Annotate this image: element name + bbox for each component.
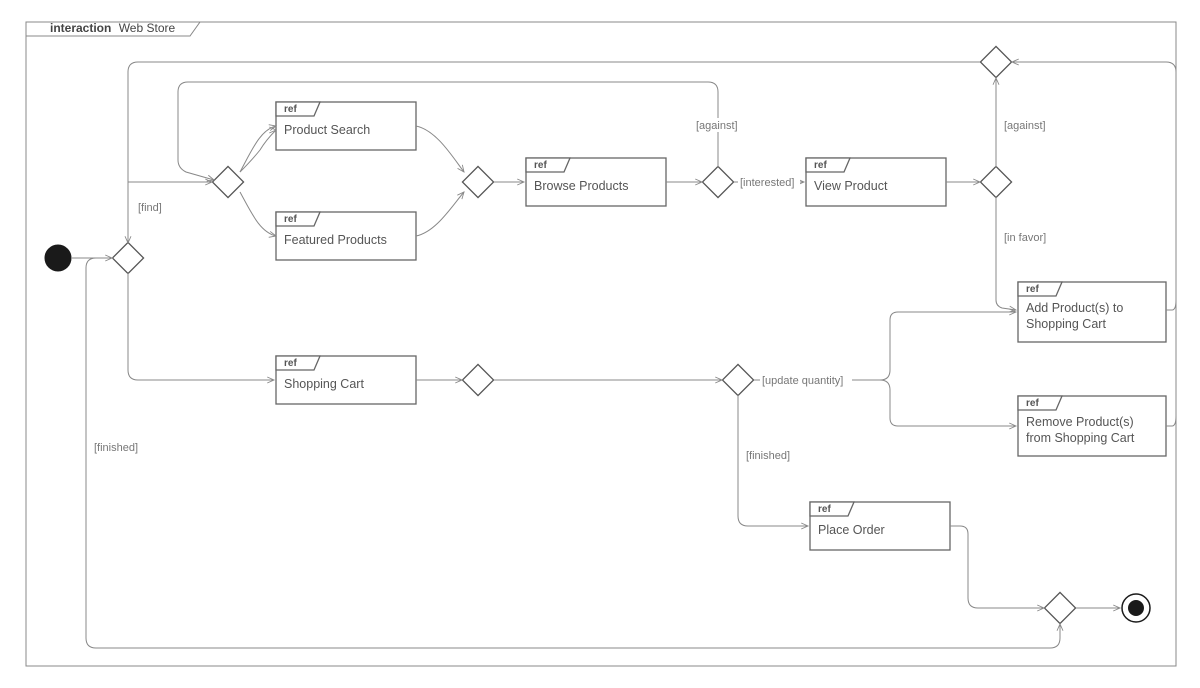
svg-text:[finished]: [finished]	[94, 442, 138, 454]
svg-text:ref: ref	[1026, 398, 1039, 409]
svg-text:[against]: [against]	[1004, 120, 1046, 132]
final-node	[1122, 594, 1150, 622]
svg-text:ref: ref	[534, 160, 547, 171]
merge-start	[112, 242, 143, 273]
guard-interested: [interested]	[738, 175, 800, 189]
edge-to-search	[240, 130, 276, 172]
initial-node	[45, 245, 71, 271]
svg-text:Browse Products: Browse Products	[534, 179, 628, 193]
guard-finished-left: [finished]	[92, 440, 146, 454]
ref-featured-products: ref Featured Products	[276, 212, 416, 260]
svg-text:Featured Products: Featured Products	[284, 233, 387, 247]
ref-browse-products: ref Browse Products	[526, 158, 666, 206]
svg-text:[update quantity]: [update quantity]	[762, 375, 843, 387]
svg-text:ref: ref	[1026, 284, 1039, 295]
edge-order-to-final	[950, 526, 1044, 608]
svg-text:Product Search: Product Search	[284, 123, 370, 137]
svg-text:[finished]: [finished]	[746, 450, 790, 462]
svg-text:Shopping Cart: Shopping Cart	[1026, 317, 1106, 331]
edge-decide-to-featured	[240, 192, 276, 236]
ref-add-to-cart: ref Add Product(s) to Shopping Cart	[1018, 282, 1166, 342]
merge-after-search	[462, 166, 493, 197]
edge-in-favor	[996, 197, 1016, 310]
decision-after-view	[980, 166, 1011, 197]
svg-text:[against]: [against]	[696, 120, 738, 132]
ref-view-product: ref View Product	[806, 158, 946, 206]
decision-after-cart	[462, 364, 493, 395]
ref-remove-from-cart: ref Remove Product(s) from Shopping Cart	[1018, 396, 1166, 456]
decision-cart-actions	[722, 364, 753, 395]
svg-text:Place Order: Place Order	[818, 523, 885, 537]
guard-against1: [against]	[693, 118, 743, 132]
svg-text:[in favor]: [in favor]	[1004, 232, 1046, 244]
svg-text:ref: ref	[284, 358, 297, 369]
svg-text:View Product: View Product	[814, 179, 888, 193]
edge-update-to-add	[754, 312, 1016, 380]
svg-text:Remove Product(s): Remove Product(s)	[1026, 415, 1134, 429]
edge-add-to-topmerge	[1012, 62, 1176, 310]
edge-decide-to-search	[240, 126, 276, 172]
svg-text:Shopping Cart: Shopping Cart	[284, 377, 364, 391]
svg-text:ref: ref	[284, 104, 297, 115]
merge-before-final	[1044, 592, 1075, 623]
guard-update-quantity: [update quantity]	[760, 373, 852, 387]
svg-text:from Shopping Cart: from Shopping Cart	[1026, 431, 1135, 445]
edge-search-to-merge	[416, 126, 464, 172]
edge-merge-to-cart	[128, 273, 274, 380]
svg-text:ref: ref	[284, 214, 297, 225]
svg-text:[interested]: [interested]	[740, 177, 794, 189]
decision-find-or-cart	[212, 166, 243, 197]
ref-shopping-cart: ref Shopping Cart	[276, 356, 416, 404]
edge-featured-to-merge	[416, 192, 464, 236]
guard-against2: [against]	[1002, 118, 1052, 132]
edge-topright-back	[128, 62, 980, 243]
decision-after-browse	[702, 166, 733, 197]
ref-place-order: ref Place Order	[810, 502, 950, 550]
merge-top-right	[980, 46, 1011, 77]
interaction-frame-label: interaction Web Store	[50, 21, 175, 35]
guard-finished-down: [finished]	[744, 448, 798, 462]
svg-text:Add Product(s) to: Add Product(s) to	[1026, 301, 1123, 315]
svg-text:ref: ref	[818, 504, 831, 515]
edge-remove-to-topmerge	[1166, 310, 1176, 426]
edge-finished-left	[86, 258, 1060, 648]
svg-text:ref: ref	[814, 160, 827, 171]
edge-update-to-remove	[880, 380, 1016, 426]
guard-in-favor: [in favor]	[1002, 230, 1052, 244]
guard-find: [find]	[136, 200, 166, 214]
diagram-canvas: interaction Web Store ref Product S	[0, 0, 1200, 688]
ref-product-search: ref Product Search	[276, 102, 416, 150]
svg-text:[find]: [find]	[138, 202, 162, 214]
